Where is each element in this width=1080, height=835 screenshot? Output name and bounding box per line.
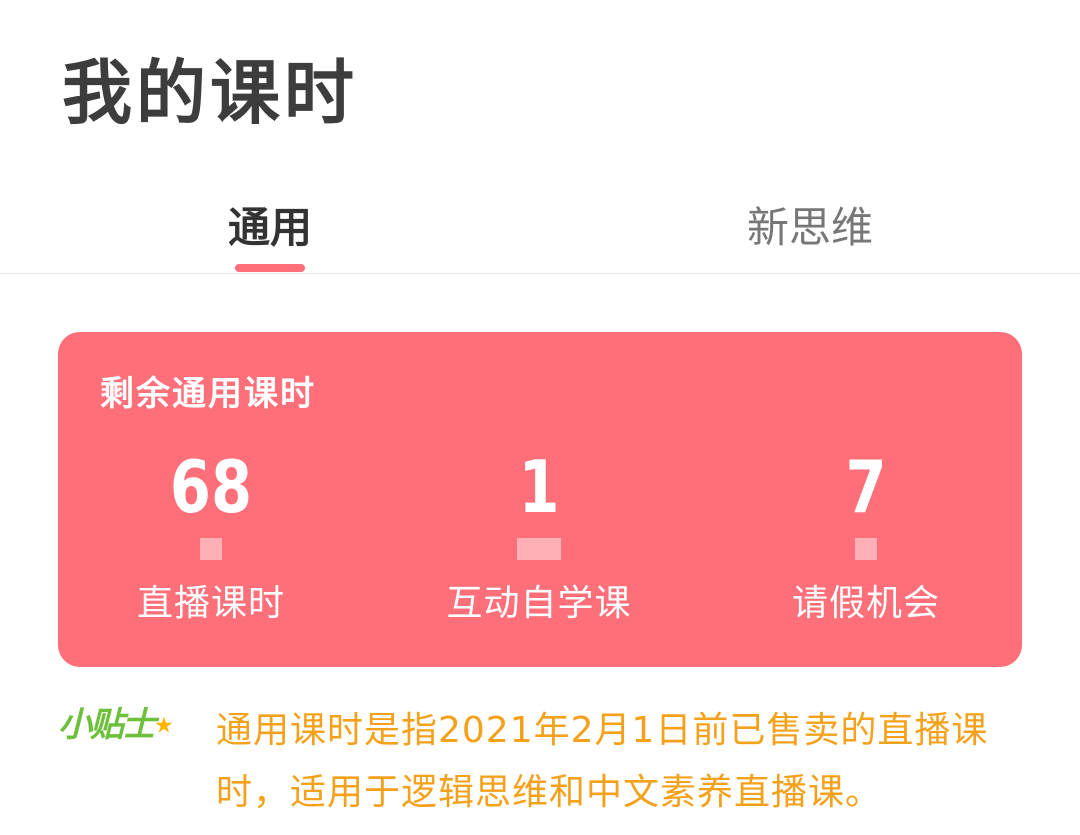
stat-value: 1 [518, 445, 560, 529]
stat-label: 直播课时 [136, 583, 285, 624]
stat-interactive-self-study[interactable]: 1 互动自学课 [389, 442, 689, 626]
my-class-hours-page: 我的课时 通用 新思维 剩余通用课时 68 直播课时 1 互动自学课 7 请假机… [0, 0, 1080, 835]
remaining-hours-card: 剩余通用课时 68 直播课时 1 互动自学课 7 请假机会 [58, 332, 1022, 667]
stat-live-hours[interactable]: 68 直播课时 [61, 442, 361, 626]
tab-new-thinking[interactable]: 新思维 [710, 198, 910, 258]
stat-label: 互动自学课 [446, 583, 632, 624]
pixelated-mark [855, 538, 877, 560]
stat-label: 请假机会 [791, 583, 940, 624]
tab-bar: 通用 新思维 [0, 180, 1080, 274]
tip-text: 通用课时是指2021年2月1日前已售卖的直播课时，适用于逻辑思维和中文素养直播课… [216, 710, 989, 813]
tab-general[interactable]: 通用 [170, 198, 370, 258]
tip-badge-label: 小贴士 [58, 705, 156, 745]
pixelated-mark [200, 538, 222, 560]
page-title: 我的课时 [62, 52, 358, 134]
stat-value: 7 [845, 445, 887, 529]
star-icon: ★ [154, 713, 174, 739]
card-title: 剩余通用课时 [100, 374, 316, 414]
stat-leave-chances[interactable]: 7 请假机会 [716, 442, 1016, 626]
tip-badge: 小贴士★ [58, 702, 174, 748]
stat-value: 68 [169, 445, 253, 529]
pixelated-mark [517, 538, 561, 560]
active-tab-indicator [235, 264, 305, 272]
